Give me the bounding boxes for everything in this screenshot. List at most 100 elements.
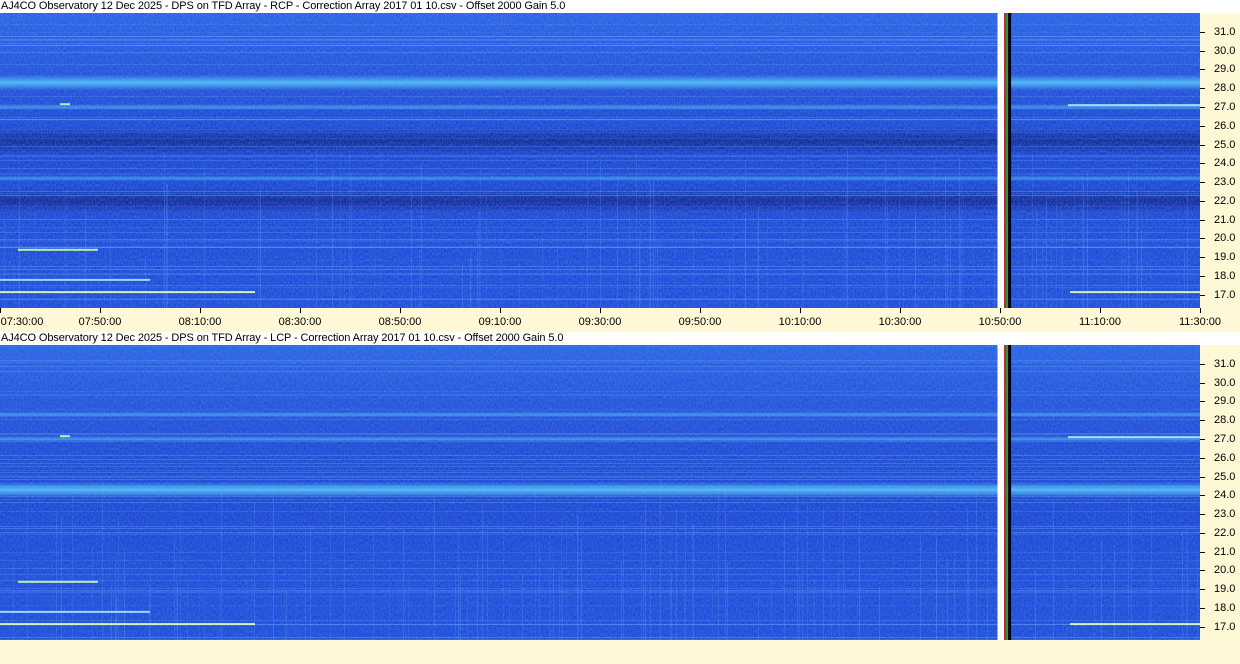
ytick-label: 23.0 xyxy=(1214,508,1236,520)
xtick-mark xyxy=(800,308,801,313)
ytick-label: 20.0 xyxy=(1214,564,1236,576)
xtick-label: 09:50:00 xyxy=(678,316,722,328)
xtick-label: 10:30:00 xyxy=(878,316,922,328)
ytick-label: 29.0 xyxy=(1214,63,1236,75)
xtick-mark xyxy=(400,308,401,313)
rcp-time-axis: 07:30:00 07:50:00 08:10:00 08:30:00 08:50:00… xyxy=(0,308,1240,332)
ytick-mark xyxy=(1200,126,1205,127)
carrier-line xyxy=(1070,623,1200,626)
spectrogram-noise xyxy=(0,345,1200,640)
ytick-label: 19.0 xyxy=(1214,583,1236,595)
lcp-spectrogram-svg xyxy=(0,345,1200,640)
xtick-mark xyxy=(1200,308,1201,313)
ytick-label: 22.0 xyxy=(1214,527,1236,539)
spectrogram-viewer: AJ4CO Observatory 12 Dec 2025 - DPS on T… xyxy=(0,0,1240,664)
xtick-label: 09:10:00 xyxy=(478,316,522,328)
ytick-label: 28.0 xyxy=(1214,82,1236,94)
ytick-mark xyxy=(1200,238,1205,239)
xtick-label: 11:30:00 xyxy=(1178,316,1222,328)
ytick-label: 27.0 xyxy=(1214,101,1236,113)
ytick-mark xyxy=(1200,589,1205,590)
xtick-label: 10:10:00 xyxy=(778,316,822,328)
data-gap-white xyxy=(997,13,1005,308)
carrier-line xyxy=(1070,291,1200,294)
xtick-label: 11:10:00 xyxy=(1078,316,1122,328)
ytick-mark xyxy=(1200,458,1205,459)
ytick-label: 28.0 xyxy=(1214,414,1236,426)
xtick-mark xyxy=(1000,308,1001,313)
rcp-frequency-axis: 17.0 18.0 19.0 20.0 21.0 22.0 23.0 24.0 25.0 26.0… xyxy=(1200,13,1240,308)
ytick-label: 25.0 xyxy=(1214,471,1236,483)
carrier-line xyxy=(0,278,150,281)
ytick-label: 24.0 xyxy=(1214,157,1236,169)
xtick-mark xyxy=(100,308,101,313)
xtick-mark xyxy=(900,308,901,313)
ytick-mark xyxy=(1200,570,1205,571)
ytick-mark xyxy=(1200,182,1205,183)
rcp-chart-title: AJ4CO Observatory 12 Dec 2025 - DPS on T… xyxy=(0,0,1240,13)
ytick-label: 17.0 xyxy=(1214,289,1236,301)
ytick-mark xyxy=(1200,608,1205,609)
data-gap-red xyxy=(1004,345,1007,640)
xtick-label: 08:30:00 xyxy=(278,316,322,328)
carrier-line xyxy=(60,435,70,438)
ytick-label: 18.0 xyxy=(1214,602,1236,614)
ytick-mark xyxy=(1200,257,1205,258)
ytick-label: 31.0 xyxy=(1214,26,1236,38)
rcp-spectrogram-svg xyxy=(0,13,1200,308)
data-gap-red xyxy=(1004,13,1007,308)
ytick-label: 26.0 xyxy=(1214,120,1236,132)
carrier-line xyxy=(0,291,255,294)
ytick-label: 20.0 xyxy=(1214,232,1236,244)
data-gap-white xyxy=(997,345,1005,640)
ytick-mark xyxy=(1200,107,1205,108)
ytick-label: 17.0 xyxy=(1214,621,1236,633)
ytick-mark xyxy=(1200,295,1205,296)
ytick-label: 18.0 xyxy=(1214,270,1236,282)
xtick-mark xyxy=(1100,308,1101,313)
ytick-mark xyxy=(1200,514,1205,515)
carrier-line xyxy=(1068,436,1200,439)
xtick-label: 09:30:00 xyxy=(578,316,622,328)
ytick-label: 31.0 xyxy=(1214,358,1236,370)
ytick-mark xyxy=(1200,495,1205,496)
ytick-label: 30.0 xyxy=(1214,45,1236,57)
xtick-label: 08:50:00 xyxy=(378,316,422,328)
xtick-label: 08:10:00 xyxy=(178,316,222,328)
data-gap-dark xyxy=(1008,345,1012,640)
ytick-mark xyxy=(1200,69,1205,70)
ytick-mark xyxy=(1200,401,1205,402)
ytick-label: 29.0 xyxy=(1214,395,1236,407)
ytick-mark xyxy=(1200,51,1205,52)
ytick-mark xyxy=(1200,627,1205,628)
carrier-line xyxy=(18,248,98,251)
ytick-mark xyxy=(1200,163,1205,164)
ytick-mark xyxy=(1200,420,1205,421)
carrier-line xyxy=(1068,104,1200,107)
ytick-mark xyxy=(1200,32,1205,33)
xtick-mark xyxy=(700,308,701,313)
ytick-label: 30.0 xyxy=(1214,377,1236,389)
ytick-label: 21.0 xyxy=(1214,214,1236,226)
xtick-label: 07:30:00 xyxy=(0,316,44,328)
xtick-label: 10:50:00 xyxy=(978,316,1022,328)
carrier-line xyxy=(0,610,150,613)
lcp-chart-title: AJ4CO Observatory 12 Dec 2025 - DPS on T… xyxy=(0,332,1240,345)
ytick-label: 21.0 xyxy=(1214,546,1236,558)
ytick-label: 22.0 xyxy=(1214,195,1236,207)
xtick-mark xyxy=(600,308,601,313)
ytick-mark xyxy=(1200,533,1205,534)
carrier-line xyxy=(0,623,255,626)
ytick-mark xyxy=(1200,276,1205,277)
xtick-mark xyxy=(300,308,301,313)
ytick-label: 23.0 xyxy=(1214,176,1236,188)
ytick-label: 25.0 xyxy=(1214,139,1236,151)
ytick-mark xyxy=(1200,201,1205,202)
data-gap-green xyxy=(1006,345,1009,640)
ytick-mark xyxy=(1200,145,1205,146)
lcp-spectrogram[interactable] xyxy=(0,345,1200,640)
spectrogram-noise xyxy=(0,13,1200,308)
lcp-frequency-axis: 17.0 18.0 19.0 20.0 21.0 22.0 23.0 24.0 25.0 26.0… xyxy=(1200,345,1240,640)
rcp-spectrogram[interactable] xyxy=(0,13,1200,308)
ytick-mark xyxy=(1200,383,1205,384)
